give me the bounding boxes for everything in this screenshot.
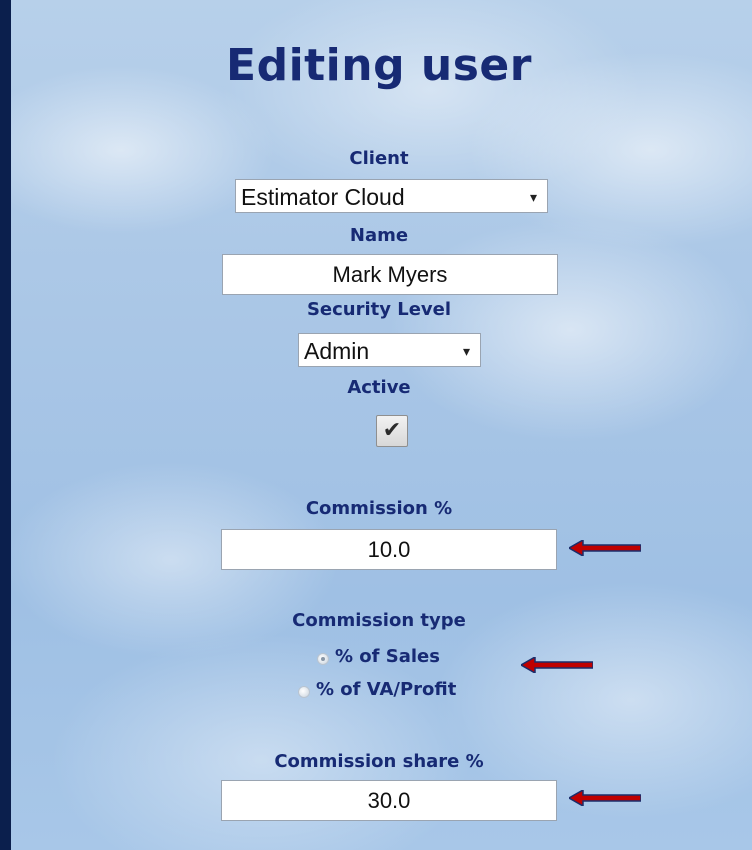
checkmark-icon: ✔: [382, 418, 402, 443]
active-label: Active: [347, 377, 411, 398]
commission-type-sales-radio[interactable]: [317, 653, 329, 665]
name-label: Name: [349, 225, 409, 246]
commission-type-sales-label: % of Sales: [335, 646, 440, 667]
security-level-select-value: Admin: [304, 338, 370, 364]
client-label: Client: [349, 148, 409, 169]
commission-type-profit-option[interactable]: % of VA/Profit: [298, 679, 518, 705]
commission-share-input[interactable]: 30.0: [221, 780, 557, 821]
left-arrow-icon: [521, 657, 593, 673]
left-arrow-icon: [569, 790, 641, 806]
commission-type-profit-radio[interactable]: [298, 686, 310, 698]
commission-share-label: Commission share %: [274, 751, 484, 772]
commission-type-label: Commission type: [292, 610, 466, 631]
page-title: Editing user: [226, 40, 532, 91]
form-container: Editing user Client Estimator Cloud ▾ Na…: [11, 0, 747, 842]
commission-type-profit-label: % of VA/Profit: [316, 679, 457, 700]
security-level-select[interactable]: Admin ▾: [298, 333, 481, 367]
commission-percent-label: Commission %: [305, 498, 453, 519]
client-select-value: Estimator Cloud: [241, 184, 405, 210]
commission-type-sales-option[interactable]: % of Sales: [317, 646, 497, 672]
name-input[interactable]: Mark Myers: [222, 254, 558, 295]
security-level-label: Security Level: [306, 299, 452, 320]
chevron-down-icon: ▾: [529, 189, 537, 205]
client-select[interactable]: Estimator Cloud ▾: [235, 179, 548, 213]
chevron-down-icon: ▾: [462, 343, 470, 359]
commission-percent-input[interactable]: 10.0: [221, 529, 557, 570]
left-arrow-icon: [569, 540, 641, 556]
page-frame: Editing user Client Estimator Cloud ▾ Na…: [8, 0, 752, 850]
active-checkbox[interactable]: ✔: [376, 415, 408, 447]
